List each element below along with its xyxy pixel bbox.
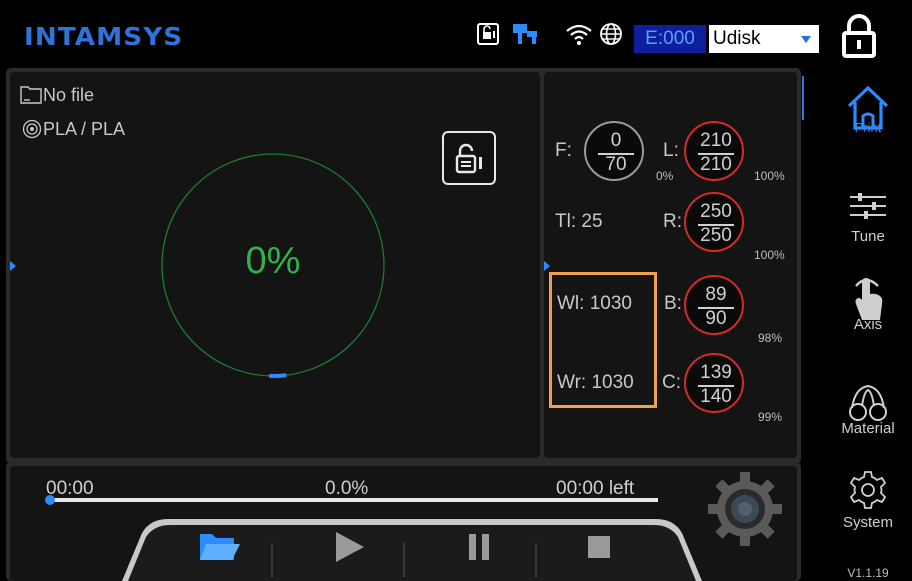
stop-icon	[588, 536, 610, 558]
nav-tune[interactable]: Tune	[824, 192, 912, 245]
left-nozzle-temp-gauge[interactable]: 210 210	[684, 121, 744, 181]
unlock-icon	[455, 143, 482, 174]
b-label: B:	[664, 293, 682, 314]
b-pct: 98%	[758, 331, 783, 345]
pause-button[interactable]	[448, 522, 508, 572]
timeline-percent: 0.0%	[325, 478, 369, 499]
lock-icon[interactable]	[838, 14, 880, 58]
remaining-time: 00:00 left	[556, 478, 635, 499]
error-code-badge[interactable]: E:000	[634, 25, 706, 53]
settings-gear-icon	[849, 471, 887, 509]
l-fan-max: 100%	[754, 169, 785, 183]
right-nozzle-temp-target: 250	[700, 225, 732, 246]
folder-icon	[20, 86, 42, 104]
panel-right-marker	[544, 261, 550, 271]
material-label: PLA / PLA	[43, 119, 126, 139]
open-file-button[interactable]	[190, 522, 250, 572]
file-name: No file	[43, 85, 95, 105]
progress-percent: 0%	[245, 240, 301, 282]
c-temp-current: 139	[700, 362, 732, 383]
nav-material-label: Material	[841, 420, 895, 437]
c-pct: 99%	[758, 410, 783, 424]
door-lock-button[interactable]	[442, 131, 496, 185]
r-pct: 100%	[754, 248, 785, 262]
storage-select[interactable]: Udisk	[709, 25, 819, 53]
storage-select-value: Udisk	[713, 28, 761, 49]
progress-track	[48, 498, 658, 502]
chamber-temp-current: 0	[610, 130, 622, 151]
c-label: C:	[662, 372, 681, 393]
play-icon	[336, 532, 364, 562]
panel-left-marker	[10, 261, 16, 271]
nav-axis[interactable]: Axis	[824, 276, 912, 333]
l-fan-min: 0%	[656, 169, 674, 183]
chevron-down-icon	[801, 36, 811, 43]
nav-print-label: Print	[854, 120, 882, 135]
left-nozzle-temp-current: 210	[700, 130, 732, 151]
nav-system-label: System	[842, 514, 893, 531]
chamber-temp-gauge[interactable]: 0 70	[584, 121, 644, 181]
play-button[interactable]	[318, 522, 378, 572]
brand-logo: INTAMSYS	[24, 22, 184, 51]
sliders-icon	[850, 193, 886, 219]
nav-tune-label: Tune	[851, 228, 885, 245]
nav-scroll-indicator	[802, 76, 804, 120]
filament-rolls-icon	[849, 384, 887, 421]
gear-icon[interactable]	[706, 470, 784, 548]
folder-open-icon	[200, 534, 240, 560]
nav-material[interactable]: Material	[824, 382, 912, 437]
nav-print[interactable]: Print	[824, 84, 912, 135]
chamber-c-temp-gauge[interactable]: 139 140	[684, 353, 744, 413]
r-label: R:	[663, 211, 682, 232]
f-label: F:	[555, 140, 572, 161]
nav-system[interactable]: System	[824, 470, 912, 531]
bed-temp-target: 90	[705, 308, 727, 329]
l-label: L:	[663, 140, 679, 161]
nav-axis-label: Axis	[853, 316, 883, 333]
left-nozzle-temp-target: 210	[700, 154, 732, 175]
c-temp-target: 140	[700, 386, 732, 407]
wifi-icon	[566, 24, 592, 45]
tl-value: Tl: 25	[555, 211, 603, 232]
chamber-temp-target: 70	[605, 154, 627, 175]
right-nozzle-temp-current: 250	[700, 201, 732, 222]
printer-lock-icon	[477, 23, 499, 45]
stop-button[interactable]	[570, 522, 630, 572]
progress-knob[interactable]	[45, 495, 55, 505]
bed-temp-gauge[interactable]: 89 90	[684, 275, 744, 335]
pause-icon	[469, 534, 489, 560]
top-bar: INTAMSYS E:000 Udisk	[0, 0, 912, 66]
bed-temp-current: 89	[705, 284, 727, 305]
highlight-box	[549, 272, 657, 408]
right-nozzle-temp-gauge[interactable]: 250 250	[684, 192, 744, 252]
globe-icon	[600, 23, 622, 45]
usb-connection-icon	[513, 24, 537, 44]
firmware-version: V1.1.19	[847, 566, 889, 580]
filament-spool-icon	[22, 119, 42, 139]
